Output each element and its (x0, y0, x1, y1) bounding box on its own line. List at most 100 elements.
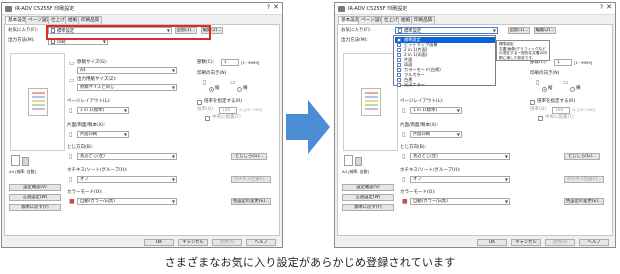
output-size-value: 原稿サイズと同じ (80, 85, 115, 90)
center-checkbox[interactable] (205, 116, 210, 121)
margin-button[interactable]: とじしろ(G)... (564, 153, 600, 160)
figure-caption: さまざまなお気に入り設定があらかじめ登録されています (164, 256, 456, 269)
copies-input[interactable]: 1 (221, 59, 239, 66)
page-layout-select[interactable]: 1 in 1(標準) ▼ (410, 107, 462, 114)
copies-range: [1~9999] (241, 60, 260, 65)
center-label: 中央に配置(T) (212, 115, 241, 120)
help-icon[interactable]: ? (600, 4, 603, 11)
color-mode-label: カラーモード(O): (67, 190, 103, 195)
output-tray-icon (22, 157, 29, 166)
binding-select[interactable]: 長辺とじ(左) ▼ (410, 153, 510, 160)
help-button[interactable]: ヘルプ (579, 239, 609, 246)
language-button[interactable]: 言語設定(W) (342, 194, 394, 201)
chevron-down-icon: ▼ (171, 199, 175, 204)
print-settings-dialog-after: iR-ADV C5255F 印刷設定 ? ✕ 基本設定 ページ設定 仕上げ 給紙… (334, 2, 616, 248)
apply-button[interactable]: 適用(A) (212, 239, 242, 246)
tab-quality[interactable]: 印刷品質 (411, 16, 436, 24)
dropdown-item-label: 光沢エラー (404, 82, 425, 87)
copies-range: [1~9999] (574, 60, 593, 65)
portrait-label: 縦 (215, 86, 220, 91)
restore-defaults-button[interactable]: 標準に戻す(Y) (342, 204, 394, 211)
chevron-down-icon: ▼ (456, 132, 460, 137)
zoom-checkbox[interactable] (530, 100, 535, 105)
color-settings-button[interactable]: 色設定の変更(E)... (564, 198, 604, 205)
close-icon[interactable]: ✕ (273, 4, 279, 11)
zoom-input[interactable]: 100 (219, 107, 237, 114)
duplex-value: 片面印刷 (80, 132, 98, 137)
restore-defaults-button[interactable]: 標準に戻す(Y) (9, 204, 61, 211)
finishing-value: オフ (80, 177, 89, 182)
window-title: iR-ADV C5255F 印刷設定 (15, 6, 75, 12)
preview-pane (343, 53, 398, 151)
cancel-button[interactable]: キャンセル (511, 239, 541, 246)
close-icon[interactable]: ✕ (606, 4, 612, 11)
portrait-radio[interactable] (542, 87, 547, 92)
color-mode-select[interactable]: 自動(カラー/白黒) ▼ (77, 198, 177, 205)
portrait-radio[interactable] (209, 87, 214, 92)
output-tray-icon (355, 157, 362, 166)
language-button[interactable]: 言語設定(W) (9, 194, 61, 201)
color-mode-select[interactable]: 自動(カラー/白黒) ▼ (410, 198, 510, 205)
landscape-radio[interactable] (570, 87, 575, 92)
printer-icon (5, 6, 12, 12)
favorites-dropdown-list: 標準設定 ビットマップ画像 2 in 1(片面) 2 in 1(両面) 片面 両… (393, 35, 496, 88)
original-size-select[interactable]: A4 ▼ (77, 67, 177, 74)
landscape-label: 横 (576, 86, 581, 91)
orientation-label: 印刷の向き(N) (530, 71, 560, 76)
zoom-prefix: 倍率(Q): (197, 107, 215, 112)
finishing-select[interactable]: オフ ▼ (410, 176, 510, 183)
apply-button[interactable]: 適用(A) (545, 239, 575, 246)
staple-position-button[interactable]: ホチキス位置(I)... (231, 176, 271, 183)
settings-summary-button[interactable]: 設定確認(V) (9, 184, 61, 191)
zoom-value: 100 (555, 108, 564, 113)
zoom-label: 倍率を指定する(R) (537, 99, 576, 104)
copies-input[interactable]: 1 (554, 59, 572, 66)
chevron-down-icon: ▼ (171, 154, 175, 159)
preview-line (32, 104, 45, 106)
ok-button[interactable]: OK (144, 239, 174, 246)
settings-summary-button[interactable]: 設定確認(V) (342, 184, 394, 191)
preview-line (365, 108, 378, 110)
output-size-label: 出力用紙サイズ(Z): (77, 77, 117, 82)
color-mode-value: 自動(カラー/白黒) (80, 199, 115, 204)
color-mode-icon: ■ (69, 198, 75, 205)
center-label: 中央に配置(T) (545, 115, 574, 120)
tab-quality[interactable]: 印刷品質 (78, 16, 103, 24)
preview-line (365, 92, 378, 94)
finishing-value: オフ (413, 177, 422, 182)
zoom-input[interactable]: 100 (552, 107, 570, 114)
duplex-icon: ▯ (69, 131, 73, 138)
chevron-down-icon: ▼ (504, 199, 508, 204)
chevron-down-icon: ▼ (504, 177, 508, 182)
finishing-select[interactable]: オフ ▼ (77, 176, 177, 183)
landscape-icon: ▭ (230, 79, 236, 86)
zoom-checkbox[interactable] (197, 100, 202, 105)
page-layout-icon: ▯ (402, 107, 406, 114)
center-checkbox[interactable] (538, 116, 543, 121)
landscape-icon: ▭ (563, 79, 569, 86)
dropdown-item[interactable]: 光沢エラー (395, 82, 495, 88)
output-size-select[interactable]: 原稿サイズと同じ ▼ (77, 84, 177, 91)
favorites-select[interactable]: 標準設定 ▼ (395, 27, 498, 34)
duplex-label: 片面/両面/製本(X): (400, 123, 439, 128)
staple-label: とじ方向(B): (400, 145, 427, 150)
preview-page (28, 88, 48, 116)
color-settings-button[interactable]: 色設定の変更(E)... (231, 198, 271, 205)
help-icon[interactable]: ? (267, 4, 270, 11)
binding-select[interactable]: 長辺とじ(左) ▼ (77, 153, 177, 160)
chevron-down-icon: ▼ (456, 108, 460, 113)
duplex-select[interactable]: 片面印刷 ▼ (77, 131, 129, 138)
settings-panel: お気に入り(F): 標準設定 ▼ 追加(1)... 編集(2)... 出力方法(M… (4, 24, 280, 236)
cancel-button[interactable]: キャンセル (178, 239, 208, 246)
staple-position-button[interactable]: ホチキス位置(I)... (564, 176, 604, 183)
ok-button[interactable]: OK (477, 239, 507, 246)
edit-favorite-button[interactable]: 編集(2)... (534, 27, 556, 34)
help-button[interactable]: ヘルプ (246, 239, 276, 246)
add-favorite-button[interactable]: 追加(1)... (508, 27, 530, 34)
landscape-radio[interactable] (237, 87, 242, 92)
printer-icon (338, 6, 345, 12)
page-layout-select[interactable]: 1 in 1(標準) ▼ (77, 107, 129, 114)
margin-button[interactable]: とじしろ(G)... (231, 153, 267, 160)
duplex-select[interactable]: 片面印刷 ▼ (410, 131, 462, 138)
page-layout-label: ページレイアウト(L): (400, 99, 444, 104)
